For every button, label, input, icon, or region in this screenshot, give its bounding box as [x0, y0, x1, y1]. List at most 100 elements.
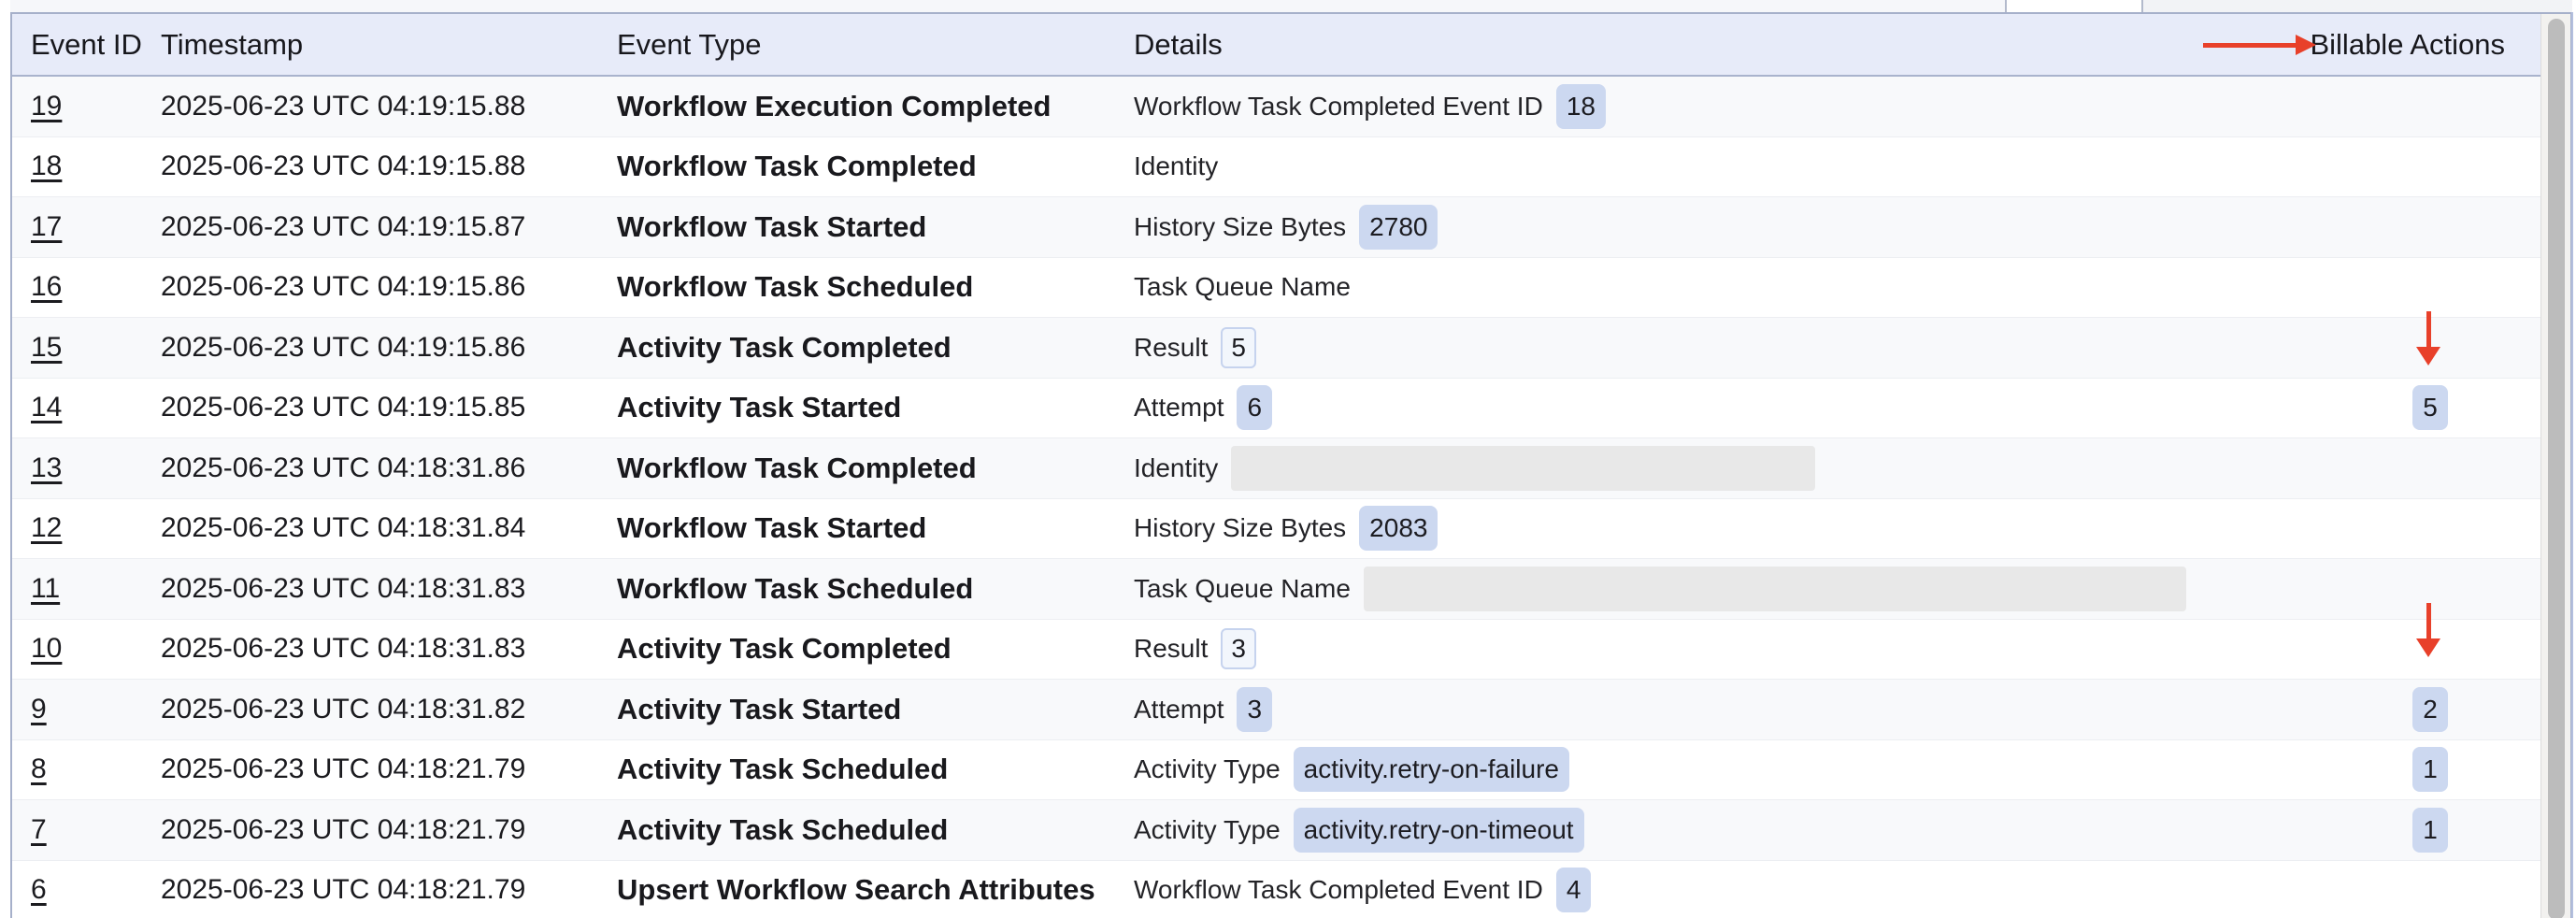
redacted-value-box [1364, 567, 2186, 611]
timestamp: 2025-06-23 UTC 04:19:15.85 [161, 379, 525, 438]
event-id-link[interactable]: 8 [31, 740, 47, 800]
event-history-table: Event ID Timestamp Event Type Details Bi… [10, 12, 2572, 918]
event-id-link[interactable]: 9 [31, 680, 47, 739]
detail-label: Activity Type [1134, 754, 1281, 784]
detail-label: Identity [1134, 151, 1218, 181]
event-type: Workflow Task Scheduled [617, 258, 973, 318]
column-header-event-id: Event ID [31, 14, 142, 75]
event-id-link[interactable]: 15 [31, 318, 62, 378]
detail-value-badge: 3 [1237, 687, 1272, 732]
event-history-screen: Event ID Timestamp Event Type Details Bi… [0, 0, 2576, 918]
detail-value-badge: 5 [1221, 327, 1256, 368]
table-row[interactable]: 16 2025-06-23 UTC 04:19:15.86 Workflow T… [12, 258, 2570, 319]
table-row[interactable]: 10 2025-06-23 UTC 04:18:31.83 Activity T… [12, 620, 2570, 681]
detail-label: Identity [1134, 453, 1218, 483]
table-row[interactable]: 12 2025-06-23 UTC 04:18:31.84 Workflow T… [12, 499, 2570, 560]
billable-actions-cell: 2 [2401, 680, 2459, 739]
detail-value-badge: 3 [1221, 628, 1256, 669]
event-id-link[interactable]: 16 [31, 258, 62, 318]
event-details: Task Queue Name [1134, 258, 1351, 318]
event-details: Workflow Task Completed Event ID 4 [1134, 861, 1591, 918]
event-id-link[interactable]: 6 [31, 861, 47, 918]
detail-label: Activity Type [1134, 815, 1281, 845]
table-row[interactable]: 7 2025-06-23 UTC 04:18:21.79 Activity Ta… [12, 800, 2570, 861]
event-type: Activity Task Started [617, 680, 901, 739]
red-arrow-down-icon [2416, 603, 2440, 657]
event-details: Task Queue Name [1134, 559, 2186, 619]
detail-value-badge: 18 [1556, 84, 1606, 129]
timestamp: 2025-06-23 UTC 04:18:31.86 [161, 438, 525, 498]
column-header-timestamp: Timestamp [161, 14, 303, 75]
event-details: Workflow Task Completed Event ID 18 [1134, 77, 1606, 136]
timestamp: 2025-06-23 UTC 04:18:31.84 [161, 499, 525, 559]
detail-value-badge: 6 [1237, 385, 1272, 430]
detail-value-badge: 4 [1556, 868, 1592, 912]
timestamp: 2025-06-23 UTC 04:19:15.87 [161, 197, 525, 257]
event-type: Activity Task Completed [617, 318, 952, 378]
event-type: Activity Task Scheduled [617, 740, 948, 800]
table-row[interactable]: 9 2025-06-23 UTC 04:18:31.82 Activity Ta… [12, 680, 2570, 740]
timestamp: 2025-06-23 UTC 04:19:15.86 [161, 318, 525, 378]
billable-actions-cell: 1 [2401, 740, 2459, 800]
event-type: Workflow Task Scheduled [617, 559, 973, 619]
event-id-link[interactable]: 14 [31, 379, 62, 438]
detail-label: Result [1134, 333, 1208, 363]
toolbar-remnant-left [10, 0, 2005, 12]
event-id-link[interactable]: 18 [31, 137, 62, 197]
billable-actions-badge: 1 [2412, 747, 2448, 792]
event-id-link[interactable]: 7 [31, 800, 47, 860]
column-header-billable-actions: Billable Actions [2310, 14, 2505, 75]
timestamp: 2025-06-23 UTC 04:19:15.88 [161, 77, 525, 136]
table-row[interactable]: 17 2025-06-23 UTC 04:19:15.87 Workflow T… [12, 197, 2570, 258]
detail-value-badge: 2780 [1359, 205, 1438, 250]
scrollbar-track[interactable] [2540, 14, 2570, 918]
event-id-link[interactable]: 19 [31, 77, 62, 136]
table-row[interactable]: 15 2025-06-23 UTC 04:19:15.86 Activity T… [12, 318, 2570, 379]
detail-label: History Size Bytes [1134, 513, 1346, 543]
table-row[interactable]: 19 2025-06-23 UTC 04:19:15.88 Workflow E… [12, 77, 2570, 137]
detail-label: Task Queue Name [1134, 574, 1351, 604]
timestamp: 2025-06-23 UTC 04:19:15.86 [161, 258, 525, 318]
timestamp: 2025-06-23 UTC 04:18:31.82 [161, 680, 525, 739]
event-details: Attempt 3 [1134, 680, 1272, 739]
event-type: Workflow Execution Completed [617, 77, 1051, 136]
event-type: Workflow Task Completed [617, 438, 977, 498]
table-row[interactable]: 6 2025-06-23 UTC 04:18:21.79 Upsert Work… [12, 861, 2570, 918]
detail-label: Workflow Task Completed Event ID [1134, 92, 1543, 122]
event-id-link[interactable]: 11 [31, 559, 60, 619]
detail-value-badge: activity.retry-on-failure [1294, 747, 1569, 792]
table-row[interactable]: 8 2025-06-23 UTC 04:18:21.79 Activity Ta… [12, 740, 2570, 801]
event-details: History Size Bytes 2083 [1134, 499, 1438, 559]
event-type: Workflow Task Started [617, 499, 926, 559]
table-row[interactable]: 13 2025-06-23 UTC 04:18:31.86 Workflow T… [12, 438, 2570, 499]
timestamp: 2025-06-23 UTC 04:18:21.79 [161, 800, 525, 860]
event-details: Identity [1134, 137, 1218, 197]
event-id-link[interactable]: 17 [31, 197, 62, 257]
billable-actions-badge: 5 [2412, 385, 2448, 430]
detail-label: Attempt [1134, 695, 1224, 724]
event-details: Result 5 [1134, 318, 1256, 378]
event-type: Activity Task Scheduled [617, 800, 948, 860]
table-row[interactable]: 11 2025-06-23 UTC 04:18:31.83 Workflow T… [12, 559, 2570, 620]
event-id-link[interactable]: 12 [31, 499, 62, 559]
timestamp: 2025-06-23 UTC 04:18:21.79 [161, 740, 525, 800]
redacted-value-box [1231, 446, 1815, 491]
toolbar-remnant-right [2143, 0, 2572, 12]
event-details: Attempt 6 [1134, 379, 1272, 438]
column-header-details: Details [1134, 14, 1223, 75]
red-arrow-right-icon [2203, 34, 2316, 56]
table-header-row: Event ID Timestamp Event Type Details Bi… [12, 14, 2570, 77]
detail-value-badge: activity.retry-on-timeout [1294, 808, 1584, 853]
toolbar-remnant-button[interactable] [2005, 0, 2143, 12]
timestamp: 2025-06-23 UTC 04:18:31.83 [161, 559, 525, 619]
detail-label: History Size Bytes [1134, 212, 1346, 242]
billable-actions-badge: 2 [2412, 687, 2448, 732]
billable-actions-cell: 5 [2401, 379, 2459, 438]
timestamp: 2025-06-23 UTC 04:18:31.83 [161, 620, 525, 680]
table-row[interactable]: 18 2025-06-23 UTC 04:19:15.88 Workflow T… [12, 137, 2570, 198]
scrollbar-thumb[interactable] [2548, 19, 2565, 918]
event-id-link[interactable]: 13 [31, 438, 62, 498]
event-details: Result 3 [1134, 620, 1256, 680]
event-id-link[interactable]: 10 [31, 620, 62, 680]
table-row[interactable]: 14 2025-06-23 UTC 04:19:15.85 Activity T… [12, 379, 2570, 439]
